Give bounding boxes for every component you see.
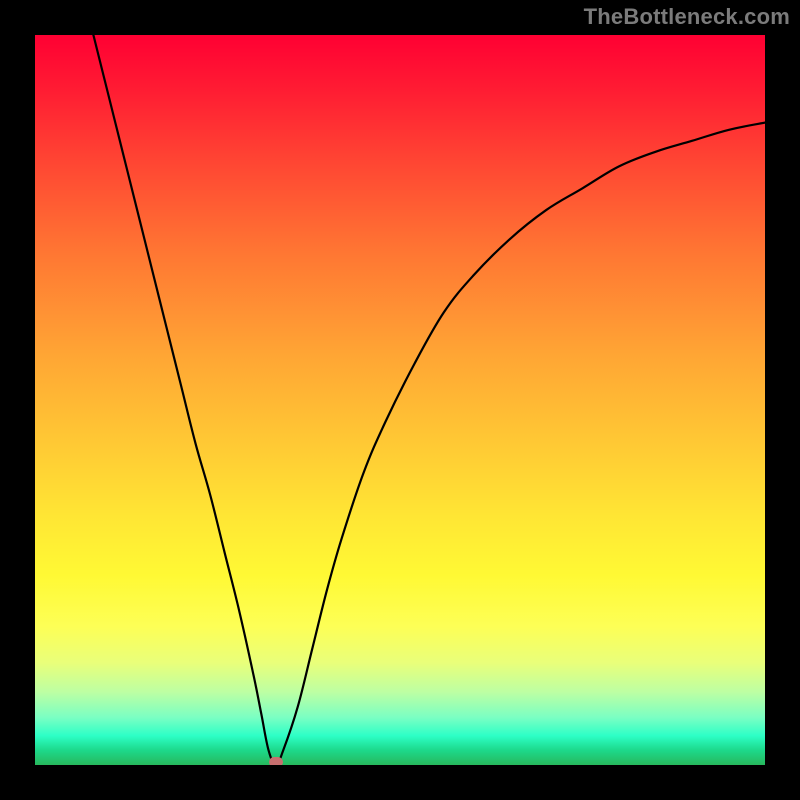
bottleneck-curve	[93, 35, 765, 765]
chart-frame: TheBottleneck.com	[0, 0, 800, 800]
plot-area	[35, 35, 765, 765]
attribution-label: TheBottleneck.com	[584, 4, 790, 30]
curve-svg	[35, 35, 765, 765]
optimal-point-marker	[269, 757, 283, 765]
